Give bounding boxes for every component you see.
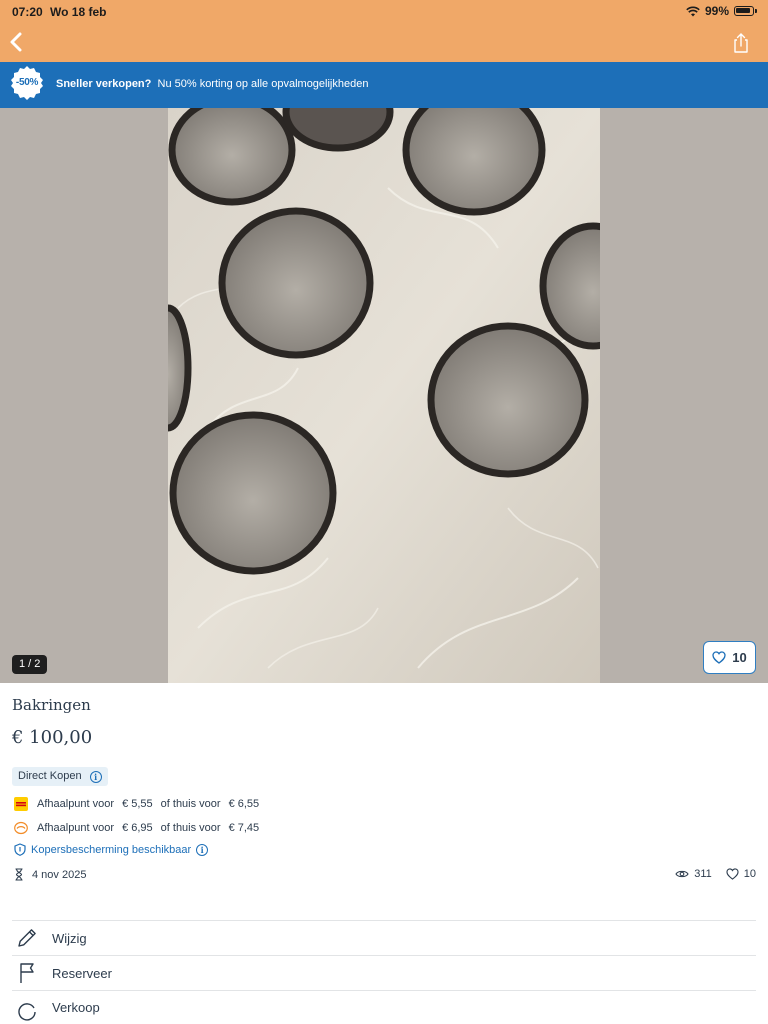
buyer-protection-label: Kopersbescherming beschikbaar <box>31 843 192 856</box>
info-icon[interactable]: i <box>89 770 102 783</box>
reserve-label: Reserveer <box>52 965 112 981</box>
heart-icon <box>712 651 726 664</box>
favorite-count: 10 <box>732 650 747 665</box>
shipping-pickup-price: € 6,95 <box>122 822 153 834</box>
status-time: 07:20 <box>12 5 43 19</box>
discount-badge-text: -50% <box>15 77 39 88</box>
reserve-action[interactable]: Reserveer <box>12 955 756 990</box>
battery-percent: 99% <box>704 4 729 18</box>
info-icon[interactable]: i <box>196 843 209 856</box>
promo-lead: Sneller verkopen? <box>56 78 152 90</box>
promo-text: Sneller verkopen? Nu 50% korting op alle… <box>56 78 368 90</box>
shipping-pickup-label: Afhaalpunt voor <box>37 798 115 810</box>
edit-action[interactable]: Wijzig <box>12 920 756 955</box>
listing-title: Bakringen <box>12 696 91 714</box>
eye-icon <box>675 870 689 878</box>
share-button[interactable] <box>730 30 752 56</box>
image-counter: 1 / 2 <box>12 655 48 674</box>
back-button[interactable] <box>4 28 30 56</box>
heart-icon <box>726 868 739 880</box>
pencil-icon <box>18 929 36 947</box>
flag-icon <box>20 963 34 983</box>
status-right: 99% <box>686 4 757 18</box>
shield-icon <box>14 843 26 856</box>
dhl-logo-icon <box>14 797 28 811</box>
edit-label: Wijzig <box>52 930 87 946</box>
listing-photo[interactable] <box>168 108 600 683</box>
buyer-protection[interactable]: Kopersbescherming beschikbaar i <box>14 843 209 856</box>
postnl-logo-icon <box>14 821 28 835</box>
promo-banner[interactable]: -50% Sneller verkopen? Nu 50% korting op… <box>0 62 768 108</box>
shipping-option-dhl: Afhaalpunt voor € 5,55 of thuis voor € 6… <box>14 797 259 811</box>
sell-action[interactable]: Verkoop <box>12 990 756 1024</box>
direct-buy-label: Direct Kopen <box>18 770 82 782</box>
direct-buy-badge[interactable]: Direct Kopen i <box>12 767 108 786</box>
shipping-option-postnl: Afhaalpunt voor € 6,95 of thuis voor € 7… <box>14 821 259 835</box>
promo-body: Nu 50% korting op alle opvalmogelijkhede… <box>157 78 369 90</box>
listing-date: 4 nov 2025 <box>14 868 86 881</box>
shipping-home-price: € 7,45 <box>228 822 260 834</box>
hourglass-icon <box>15 868 23 881</box>
listing-price: € 100,00 <box>12 727 93 748</box>
listing-stats: 311 10 <box>675 868 756 880</box>
status-bar: 07:20 Wo 18 feb 99% <box>0 0 768 24</box>
chevron-left-icon <box>10 32 22 52</box>
like-count: 10 <box>743 868 756 880</box>
refresh-icon <box>18 1003 36 1021</box>
shipping-or-label: of thuis voor <box>160 822 221 834</box>
share-icon <box>734 33 748 53</box>
shipping-pickup-price: € 5,55 <box>122 798 153 810</box>
favorite-button[interactable]: 10 <box>703 641 756 674</box>
sell-label: Verkoop <box>52 1000 100 1015</box>
status-date: Wo 18 feb <box>50 5 107 19</box>
top-bar: 07:20 Wo 18 feb 99% <box>0 0 768 62</box>
shipping-or-label: of thuis voor <box>160 798 221 810</box>
photo-gallery[interactable]: 1 / 2 10 <box>0 108 768 683</box>
shipping-home-price: € 6,55 <box>228 798 260 810</box>
view-count: 311 <box>694 868 712 880</box>
shipping-pickup-label: Afhaalpunt voor <box>37 822 115 834</box>
listing-date-text: 4 nov 2025 <box>32 868 87 881</box>
wifi-icon <box>686 6 700 16</box>
battery-icon <box>734 6 757 16</box>
